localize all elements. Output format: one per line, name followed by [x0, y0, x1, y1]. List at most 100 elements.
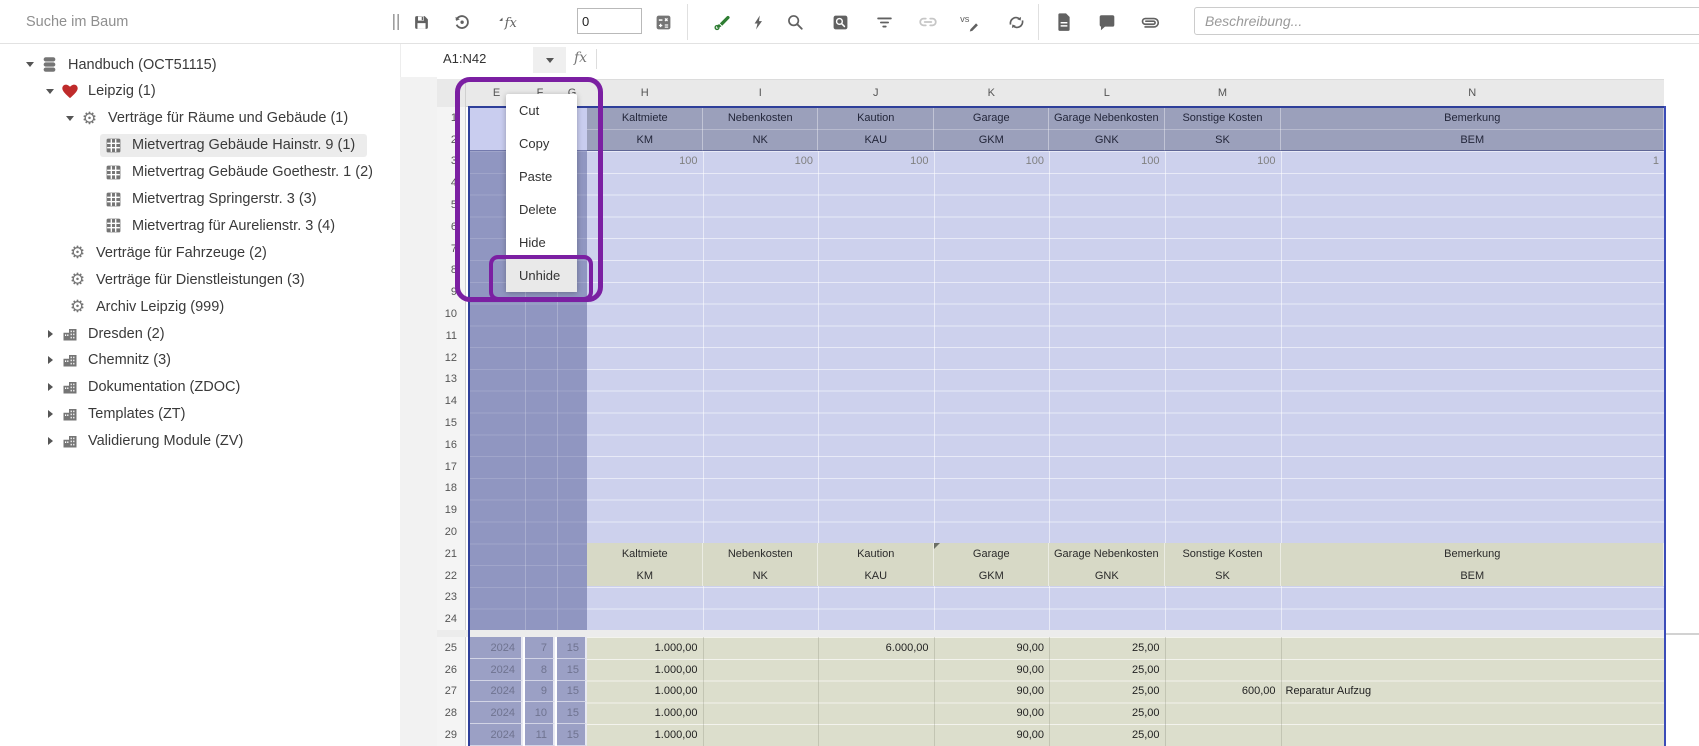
row-header-6[interactable]: 6 — [437, 216, 462, 238]
cell-value-F28[interactable]: 10 — [525, 702, 552, 724]
column-header-N[interactable]: N — [1281, 79, 1665, 107]
name-box-dropdown[interactable] — [533, 47, 566, 73]
row-header-21[interactable]: 21 — [437, 543, 462, 565]
cell-K29[interactable]: 90,00 — [934, 724, 1050, 746]
header-title-L[interactable]: Garage Nebenkosten — [1049, 107, 1165, 129]
tree-item-archiv-leipzig-999[interactable]: ⚙Archiv Leipzig (999) — [0, 293, 462, 320]
chevron-expanded-icon[interactable] — [64, 116, 76, 121]
format-paint-icon[interactable] — [707, 7, 737, 37]
cell-K25[interactable]: 90,00 — [934, 637, 1050, 659]
formula-input[interactable] — [600, 44, 1699, 76]
column-header-M[interactable]: M — [1165, 79, 1281, 107]
menu-item-delete[interactable]: Delete — [506, 193, 577, 226]
mid-header-code-K[interactable]: GKM — [934, 565, 1050, 587]
column-header-H[interactable]: H — [587, 79, 703, 107]
row-header-11[interactable]: 11 — [437, 325, 462, 347]
cell-H26[interactable]: 1.000,00 — [587, 659, 703, 681]
cell-value-E25[interactable]: 2024 — [470, 637, 520, 659]
row-header-23[interactable]: 23 — [437, 586, 462, 608]
row-header-15[interactable]: 15 — [437, 412, 462, 434]
chevron-collapsed-icon[interactable] — [44, 330, 56, 338]
name-box[interactable]: A1:N42 — [443, 51, 486, 66]
mid-header-title-M[interactable]: Sonstige Kosten — [1165, 543, 1281, 565]
cell-H27[interactable]: 1.000,00 — [587, 681, 703, 703]
mid-header-title-K[interactable]: Garage — [934, 543, 1050, 565]
refresh-icon[interactable] — [1001, 7, 1031, 37]
formula-toggle-icon[interactable]: fx — [494, 7, 524, 37]
cell-value-F25[interactable]: 7 — [525, 637, 552, 659]
row-header-20[interactable]: 20 — [437, 521, 462, 543]
filter-icon[interactable] — [869, 7, 899, 37]
comments-icon[interactable] — [1092, 7, 1122, 37]
cell-L28[interactable]: 25,00 — [1049, 702, 1165, 724]
row-header-1[interactable]: 1 — [437, 107, 462, 129]
row-header-2[interactable]: 2 — [437, 129, 462, 151]
cell-J3[interactable]: 100 — [818, 151, 934, 173]
row-header-14[interactable]: 14 — [437, 390, 462, 412]
header-title-M[interactable]: Sonstige Kosten — [1165, 107, 1281, 129]
cell-value-G26[interactable]: 15 — [557, 659, 584, 681]
column-header-K[interactable]: K — [934, 79, 1050, 107]
mid-header-code-I[interactable]: NK — [703, 565, 819, 587]
cell-L26[interactable]: 25,00 — [1049, 659, 1165, 681]
mid-header-code-L[interactable]: GNK — [1049, 565, 1165, 587]
cell-M3[interactable]: 100 — [1165, 151, 1281, 173]
cell-value-G25[interactable]: 15 — [557, 637, 584, 659]
header-title-K[interactable]: Garage — [934, 107, 1050, 129]
header-code-L[interactable]: GNK — [1049, 129, 1165, 151]
mid-header-code-M[interactable]: SK — [1165, 565, 1281, 587]
header-code-I[interactable]: NK — [703, 129, 819, 151]
header-code-N[interactable]: BEM — [1281, 129, 1665, 151]
cell-value-E27[interactable]: 2024 — [470, 681, 520, 703]
row-header-16[interactable]: 16 — [437, 434, 462, 456]
mid-header-code-J[interactable]: KAU — [818, 565, 934, 587]
cell-L25[interactable]: 25,00 — [1049, 637, 1165, 659]
menu-item-cut[interactable]: Cut — [506, 94, 577, 127]
cell-value-G27[interactable]: 15 — [557, 681, 584, 703]
row-header-24[interactable]: 24 — [437, 608, 462, 630]
cell-value-F27[interactable]: 9 — [525, 681, 552, 703]
cell-J25[interactable]: 6.000,00 — [818, 637, 934, 659]
cell-value-F26[interactable]: 8 — [525, 659, 552, 681]
chevron-expanded-icon[interactable] — [24, 62, 36, 67]
header-title-N[interactable]: Bemerkung — [1281, 107, 1665, 129]
cell-L3[interactable]: 100 — [1049, 151, 1165, 173]
tree-item-vertr-ge-f-r-fahrzeuge-2[interactable]: ⚙Verträge für Fahrzeuge (2) — [0, 239, 462, 266]
row-header-28[interactable]: 28 — [437, 702, 462, 724]
mid-header-title-J[interactable]: Kaution — [818, 543, 934, 565]
row-header-10[interactable]: 10 — [437, 303, 462, 325]
tree-item-chemnitz-3[interactable]: Chemnitz (3) — [0, 347, 442, 374]
flash-icon[interactable] — [743, 7, 773, 37]
mid-header-title-H[interactable]: Kaltmiete — [587, 543, 703, 565]
cell-L29[interactable]: 25,00 — [1049, 724, 1165, 746]
cell-M27[interactable]: 600,00 — [1165, 681, 1281, 703]
cell-K27[interactable]: 90,00 — [934, 681, 1050, 703]
cell-H28[interactable]: 1.000,00 — [587, 702, 703, 724]
description-input[interactable] — [1194, 7, 1699, 35]
row-header-5[interactable]: 5 — [437, 194, 462, 216]
chevron-expanded-icon[interactable] — [44, 89, 56, 94]
history-icon[interactable] — [447, 7, 477, 37]
tree-item-vertr-ge-f-r-dienstleistungen-3[interactable]: ⚙Verträge für Dienstleistungen (3) — [0, 266, 462, 293]
cell-K26[interactable]: 90,00 — [934, 659, 1050, 681]
cell-value-E26[interactable]: 2024 — [470, 659, 520, 681]
menu-item-unhide[interactable]: Unhide — [506, 259, 577, 292]
row-header-8[interactable]: 8 — [437, 260, 462, 282]
row-header-12[interactable]: 12 — [437, 347, 462, 369]
header-code-K[interactable]: GKM — [934, 129, 1050, 151]
link-icon[interactable] — [913, 7, 943, 37]
row-header-25[interactable]: 25 — [437, 637, 462, 659]
row-header-29[interactable]: 29 — [437, 724, 462, 746]
row-header-4[interactable]: 4 — [437, 172, 462, 194]
chevron-collapsed-icon[interactable] — [44, 437, 56, 445]
cell-value-F29[interactable]: 11 — [525, 724, 552, 746]
cell-H29[interactable]: 1.000,00 — [587, 724, 703, 746]
row-header-9[interactable]: 9 — [437, 281, 462, 303]
column-header-J[interactable]: J — [818, 79, 934, 107]
tree-item-vertr-ge-f-r-r-ume-und-geb-ude-1[interactable]: ⚙Verträge für Räume und Gebäude (1) — [0, 105, 462, 132]
document-icon[interactable] — [1049, 7, 1079, 37]
cell-H25[interactable]: 1.000,00 — [587, 637, 703, 659]
tree-item-dresden-2[interactable]: Dresden (2) — [0, 320, 442, 347]
cell-N3[interactable]: 1 — [1281, 151, 1665, 173]
row-header-18[interactable]: 18 — [437, 477, 462, 499]
